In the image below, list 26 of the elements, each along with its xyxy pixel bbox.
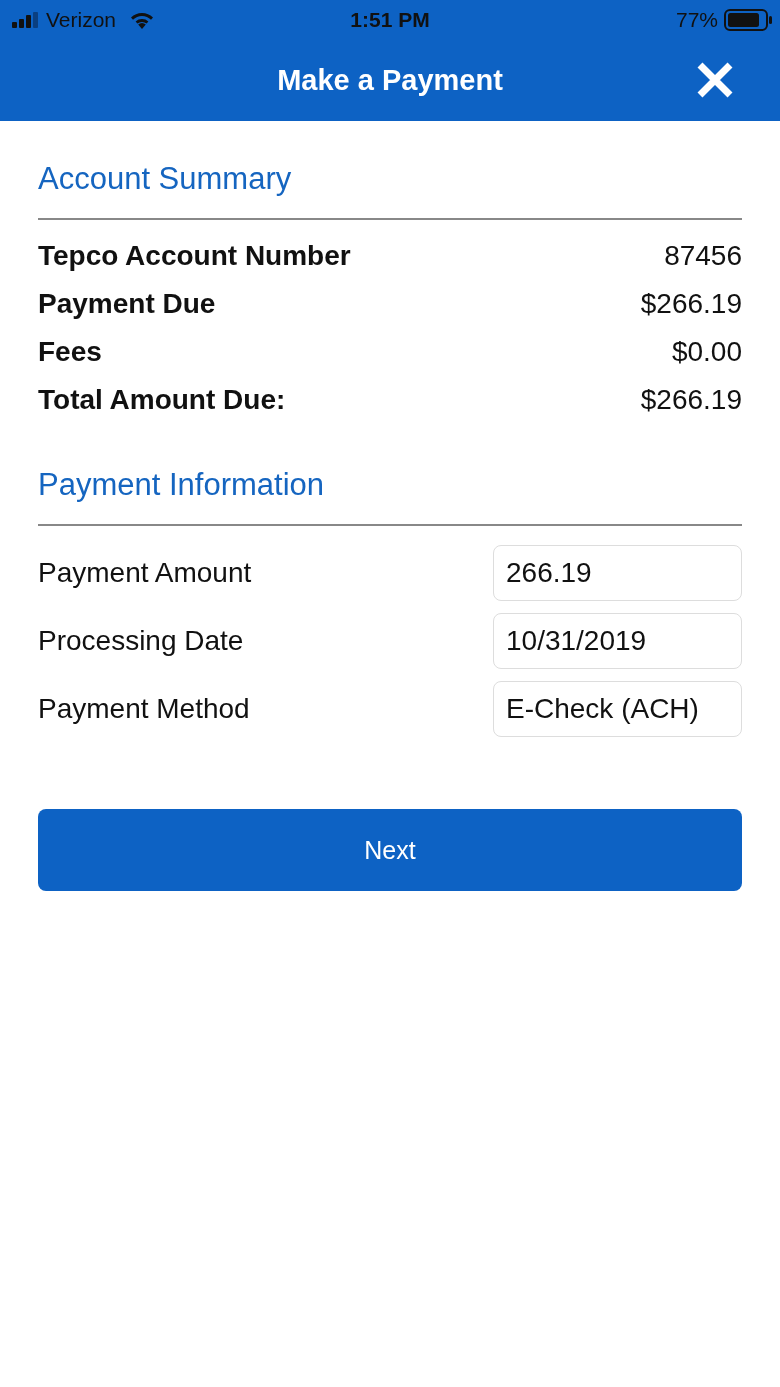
field-label: Payment Method	[38, 693, 250, 725]
section-heading: Account Summary	[38, 160, 293, 198]
battery-icon	[724, 9, 772, 31]
battery-percent: 77%	[675, 8, 718, 32]
summary-label: Fees	[38, 336, 102, 368]
close-icon	[695, 60, 735, 100]
wifi-icon	[130, 11, 155, 29]
input-field[interactable]: E-Check (ACH)	[493, 681, 742, 737]
clock-time: 1:51 PM	[350, 8, 430, 32]
input-field[interactable]: 266.19	[493, 545, 742, 601]
signal-icon	[12, 12, 38, 28]
summary-label: Payment Due	[38, 288, 216, 320]
summary-value: 87456	[664, 240, 742, 272]
carrier-name: Verizon	[46, 8, 117, 32]
summary-value: $266.19	[640, 288, 742, 320]
section-heading: Payment Information	[38, 466, 326, 504]
field-label: Payment Amount	[38, 557, 252, 589]
close-button[interactable]	[695, 60, 735, 100]
summary-label: Tepco Account Number	[38, 240, 351, 272]
field-label: Processing Date	[38, 625, 244, 657]
next-button[interactable]: Next	[38, 809, 742, 891]
summary-value: $0.00	[671, 336, 742, 368]
summary-label: Total Amount Due:	[38, 384, 286, 416]
summary-value: $266.19	[640, 384, 742, 416]
screen-title: Make a Payment	[277, 64, 503, 97]
input-field[interactable]: 10/31/2019	[493, 613, 742, 669]
